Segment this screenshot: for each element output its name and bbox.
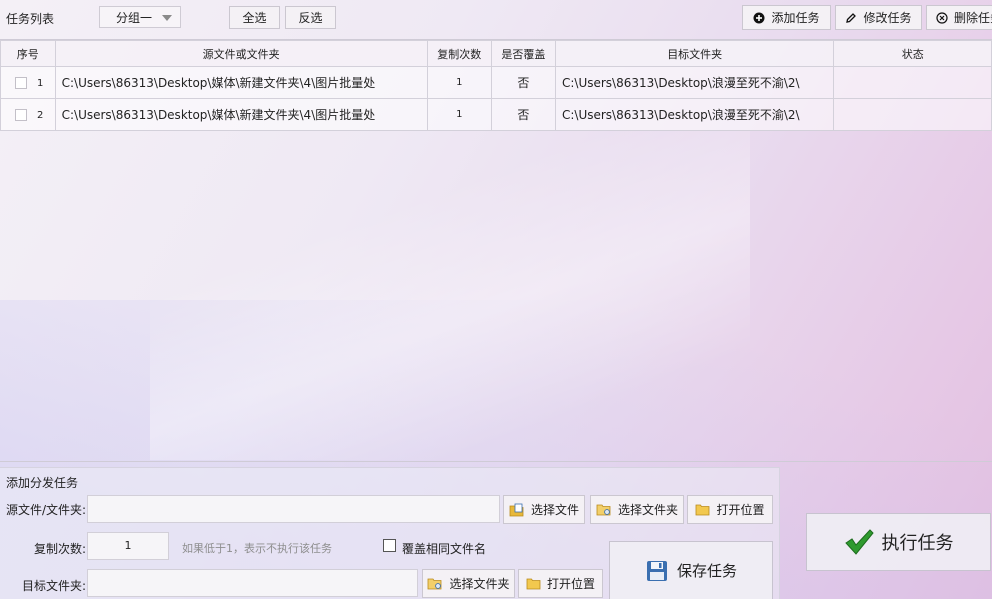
task-grid: 序号 源文件或文件夹 复制次数 是否覆盖 目标文件夹 状态 1 C:\Users… [0,40,992,131]
column-header[interactable]: 状态 [833,40,992,67]
add-task-label: 添加任务 [771,11,820,25]
open-location-button[interactable]: 打开位置 [687,495,773,524]
execute-task-label: 执行任务 [881,533,954,554]
pencil-icon [845,12,857,24]
overwrite-cell: 否 [490,66,556,99]
row-index: 2 [37,109,44,121]
target-open-location-label: 打开位置 [546,577,595,591]
choose-file-label: 选择文件 [530,503,579,517]
invert-select-label: 反选 [298,11,323,25]
table-header-row: 序号 源文件或文件夹 复制次数 是否覆盖 目标文件夹 状态 [0,40,992,67]
target-path-cell: C:\Users\86313\Desktop\浪漫至死不渝\2\ [554,66,835,99]
task-list-title: 任务列表 [6,12,55,26]
save-icon [645,559,669,583]
status-cell [833,66,992,99]
source-label: 源文件/文件夹: [6,503,87,517]
target-open-location-button[interactable]: 打开位置 [518,569,603,598]
choose-folder-button[interactable]: 选择文件夹 [590,495,684,524]
source-path-cell: C:\Users\86313\Desktop\媒体\新建文件夹\4\图片批量处 [54,98,428,131]
group-select[interactable]: 分组一 [99,6,181,28]
save-task-label: 保存任务 [676,562,737,580]
overwrite-checkbox[interactable] [383,539,396,552]
task-table: 序号 源文件或文件夹 复制次数 是否覆盖 目标文件夹 状态 1 C:\Users… [0,39,992,462]
chevron-down-icon [162,15,172,21]
close-circle-icon [936,11,948,24]
plus-circle-icon [753,12,765,24]
panel-title: 添加分发任务 [6,476,79,490]
group-select-value: 分组一 [116,10,153,25]
copies-cell: 1 [426,98,492,131]
edit-task-label: 修改任务 [863,11,912,25]
edit-task-button[interactable]: 修改任务 [835,5,922,30]
column-header[interactable]: 序号 [0,40,56,67]
target-choose-folder-label: 选择文件夹 [449,577,510,591]
folder-icon [695,503,710,516]
column-header[interactable]: 是否覆盖 [490,40,556,67]
copies-cell: 1 [426,66,492,99]
copies-hint: 如果低于1，表示不执行该任务 [182,542,332,555]
target-path-cell: C:\Users\86313\Desktop\浪漫至死不渝\2\ [554,98,835,131]
select-all-button[interactable]: 全选 [229,6,280,29]
save-task-button[interactable]: 保存任务 [609,541,773,599]
delete-task-label: 删除任务 [954,11,992,25]
check-icon [844,528,874,556]
toolbar: 任务列表 分组一 全选 反选 添加任务 修改任务 删除任务 [0,0,992,36]
copies-input[interactable]: 1 [87,532,169,560]
overwrite-label: 覆盖相同文件名 [402,542,487,556]
column-header[interactable]: 目标文件夹 [554,40,835,67]
column-header[interactable]: 源文件或文件夹 [54,40,428,67]
select-all-label: 全选 [242,11,267,25]
row-checkbox[interactable] [15,109,27,121]
folder-icon [526,577,541,590]
file-open-icon [509,503,525,517]
table-row[interactable]: 2 C:\Users\86313\Desktop\媒体\新建文件夹\4\图片批量… [0,98,992,131]
folder-search-icon [427,577,443,591]
column-header[interactable]: 复制次数 [426,40,492,67]
invert-select-button[interactable]: 反选 [285,6,336,29]
folder-search-icon [596,503,612,517]
choose-file-button[interactable]: 选择文件 [503,495,585,524]
target-choose-folder-button[interactable]: 选择文件夹 [422,569,515,598]
choose-folder-label: 选择文件夹 [617,503,678,517]
table-row[interactable]: 1 C:\Users\86313\Desktop\媒体\新建文件夹\4\图片批量… [0,66,992,99]
row-index: 1 [37,77,44,89]
add-task-button[interactable]: 添加任务 [742,5,831,30]
status-cell [833,98,992,131]
row-checkbox[interactable] [15,77,27,89]
target-input[interactable] [87,569,418,597]
delete-task-button[interactable]: 删除任务 [926,5,992,30]
open-location-label: 打开位置 [716,503,765,517]
overwrite-cell: 否 [490,98,556,131]
source-input[interactable] [87,495,500,523]
add-task-panel: 添加分发任务 源文件/文件夹: 选择文件 选择文件夹 打开位置 复制次数: 1 … [0,467,780,599]
execute-task-button[interactable]: 执行任务 [806,513,991,571]
target-label: 目标文件夹: [22,579,87,593]
source-path-cell: C:\Users\86313\Desktop\媒体\新建文件夹\4\图片批量处 [54,66,428,99]
copies-label: 复制次数: [34,542,87,556]
